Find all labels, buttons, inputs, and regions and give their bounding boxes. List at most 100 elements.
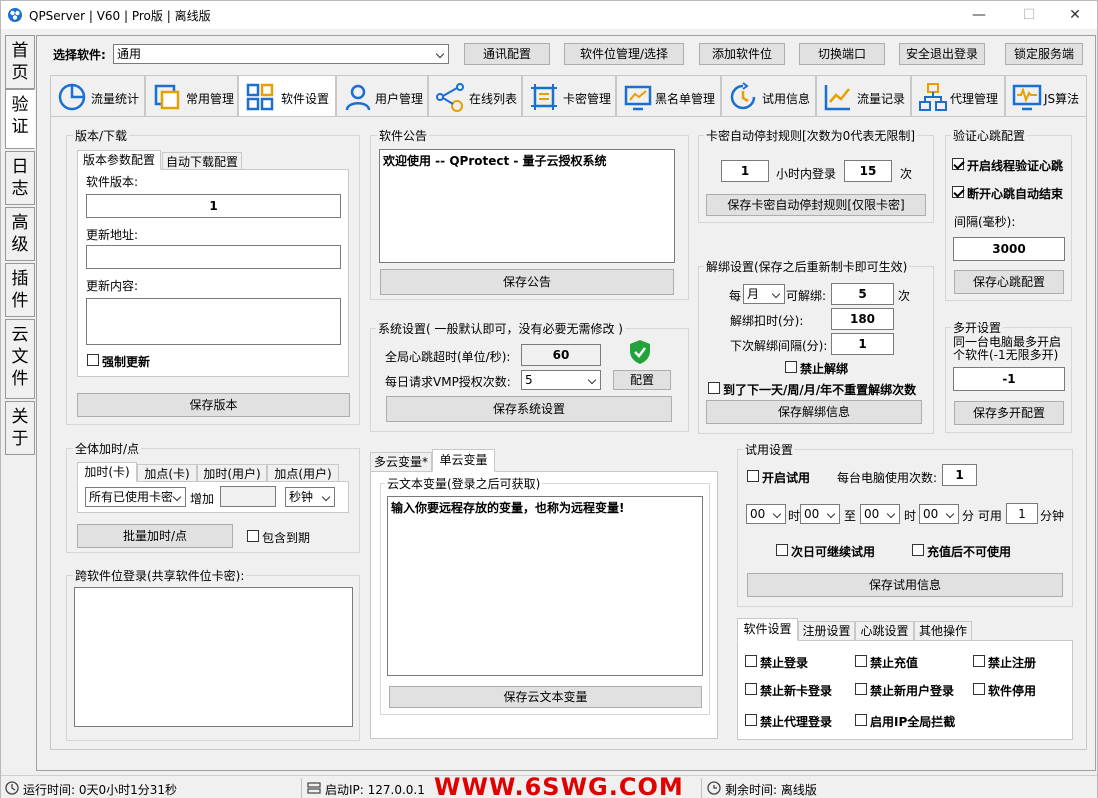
save-system-button[interactable]: 保存系统设置: [386, 396, 672, 422]
save-notice-button[interactable]: 保存公告: [380, 269, 674, 295]
unbind-count-input[interactable]: 5: [831, 283, 894, 305]
side-tab-home[interactable]: 首 页: [5, 35, 35, 89]
tab-traffic-stats[interactable]: 流量统计: [50, 75, 145, 117]
config-button[interactable]: 配置: [613, 370, 671, 390]
side-tab-about[interactable]: 关 于: [5, 401, 35, 455]
heartbeat-interval-input[interactable]: 3000: [953, 237, 1065, 261]
save-heartbeat-button[interactable]: 保存心跳配置: [954, 270, 1064, 294]
tab-common-manage[interactable]: 常用管理: [145, 75, 238, 117]
tab-blacklist[interactable]: 黑名单管理: [616, 75, 721, 117]
save-card-rule-button[interactable]: 保存卡密自动停封规则[仅限卡密]: [706, 194, 926, 216]
add-software-slot-button[interactable]: 添加软件位: [699, 43, 785, 65]
forbid-new-user-checkbox[interactable]: [855, 683, 867, 695]
software-slot-manage-button[interactable]: 软件位管理/选择: [564, 43, 684, 65]
minimize-button[interactable]: —: [967, 5, 991, 25]
unbind-period-select[interactable]: 月: [743, 284, 785, 304]
after-recharge-checkbox[interactable]: [912, 544, 924, 556]
tab-label: 代理管理: [950, 92, 999, 106]
tab-soft-settings[interactable]: 软件设置: [737, 618, 798, 641]
multi-open-input[interactable]: -1: [953, 367, 1065, 391]
tab-add-point-user[interactable]: 加点(用户): [267, 464, 339, 482]
enable-trial-checkbox[interactable]: [747, 470, 759, 482]
next-day-trial-checkbox[interactable]: [776, 544, 788, 556]
disconnect-end-checkbox[interactable]: [952, 186, 964, 198]
addtime-target-select[interactable]: 所有已使用卡密: [85, 487, 186, 507]
vmp-auth-select[interactable]: 5: [521, 370, 601, 390]
trial-start-minute-select[interactable]: 00: [800, 504, 840, 524]
software-select[interactable]: 通用: [113, 44, 449, 64]
side-tab-cloud-file[interactable]: 云 文 件: [5, 319, 35, 399]
ip-block-checkbox[interactable]: [855, 714, 867, 726]
timer-icon: [707, 781, 721, 795]
tab-add-point-card[interactable]: 加点(卡): [137, 464, 197, 482]
tab-label: 流量统计: [91, 92, 140, 106]
trial-end-minute-select[interactable]: 00: [919, 504, 959, 524]
side-tab-log[interactable]: 日 志: [5, 151, 35, 205]
side-tab-plugin[interactable]: 插 件: [5, 263, 35, 317]
tab-js-algorithm[interactable]: JS算法: [1005, 75, 1087, 117]
tab-add-time-user[interactable]: 加时(用户): [197, 464, 267, 482]
batch-addtime-button[interactable]: 批量加时/点: [77, 524, 233, 548]
side-tab-label: 日 志: [11, 157, 29, 199]
tab-user-manage[interactable]: 用户管理: [336, 75, 428, 117]
trial-end-hour-select[interactable]: 00: [860, 504, 900, 524]
tab-software-settings[interactable]: 软件设置: [238, 75, 336, 117]
save-unbind-button[interactable]: 保存解绑信息: [706, 400, 922, 424]
forbid-login-checkbox[interactable]: [745, 655, 757, 667]
tab-trial-info[interactable]: 试用信息: [721, 75, 816, 117]
enable-heartbeat-checkbox[interactable]: [952, 158, 964, 170]
save-multi-button[interactable]: 保存多开配置: [954, 401, 1064, 425]
tab-add-time-card[interactable]: 加时(卡): [77, 462, 137, 482]
unbind-deduct-input[interactable]: 180: [831, 308, 894, 330]
trial-per-pc-label: 每台电脑使用次数:: [837, 471, 938, 485]
no-reset-unbind-checkbox[interactable]: [708, 382, 720, 394]
tab-single-cloud-var[interactable]: 单云变量: [432, 449, 495, 472]
tab-multi-cloud-var[interactable]: 多云变量*: [370, 452, 432, 472]
addtime-amount-input[interactable]: [220, 486, 276, 507]
save-cloud-text-button[interactable]: 保存云文本变量: [389, 686, 702, 708]
unbind-interval-input[interactable]: 1: [831, 333, 894, 355]
side-tab-verify[interactable]: 验 证: [5, 89, 35, 149]
tab-traffic-records[interactable]: 流量记录: [816, 75, 911, 117]
tab-other-ops[interactable]: 其他操作: [914, 621, 972, 641]
update-url-input[interactable]: [86, 245, 341, 269]
include-expired-checkbox[interactable]: [247, 530, 259, 542]
forbid-new-card-checkbox[interactable]: [745, 683, 757, 695]
tab-auto-download[interactable]: 自动下载配置: [162, 152, 242, 170]
close-button[interactable]: ✕: [1063, 5, 1087, 25]
ban-times-input[interactable]: 15: [844, 160, 892, 182]
forbid-register-checkbox[interactable]: [973, 655, 985, 667]
comm-config-button[interactable]: 通讯配置: [464, 43, 550, 65]
status-separator: [301, 778, 302, 798]
disable-software-checkbox[interactable]: [973, 683, 985, 695]
status-separator: [701, 778, 702, 798]
trial-minutes-input[interactable]: 1: [1006, 503, 1038, 524]
switch-port-button[interactable]: 切换端口: [799, 43, 885, 65]
version-input[interactable]: 1: [86, 194, 341, 218]
save-trial-button[interactable]: 保存试用信息: [747, 573, 1063, 597]
cross-login-textarea[interactable]: [74, 587, 353, 727]
update-content-textarea[interactable]: [86, 298, 341, 345]
forbid-unbind-checkbox[interactable]: [785, 361, 797, 373]
tab-register-settings[interactable]: 注册设置: [798, 621, 855, 641]
force-update-checkbox[interactable]: [87, 354, 99, 366]
ban-hours-input[interactable]: 1: [721, 160, 769, 182]
maximize-button[interactable]: ☐: [1017, 5, 1041, 25]
side-tab-advanced[interactable]: 高 级: [5, 207, 35, 261]
tab-version-params[interactable]: 版本参数配置: [77, 150, 161, 170]
tab-heartbeat-settings[interactable]: 心跳设置: [855, 621, 914, 641]
forbid-recharge-checkbox[interactable]: [855, 655, 867, 667]
forbid-agent-checkbox[interactable]: [745, 714, 757, 726]
safe-logout-button[interactable]: 安全退出登录: [899, 43, 985, 65]
cloud-text-textarea[interactable]: 输入你要远程存放的变量，也称为远程变量!: [387, 496, 703, 676]
trial-per-pc-input[interactable]: 1: [942, 464, 977, 486]
tab-card-manage[interactable]: 卡密管理: [522, 75, 616, 117]
addtime-unit-select[interactable]: 秒钟: [285, 487, 335, 507]
tab-online-list[interactable]: 在线列表: [428, 75, 522, 117]
heartbeat-timeout-input[interactable]: 60: [521, 344, 601, 366]
trial-start-hour-select[interactable]: 00: [746, 504, 786, 524]
notice-textarea[interactable]: 欢迎使用 -- QProtect - 量子云授权系统: [379, 149, 675, 263]
lock-server-button[interactable]: 锁定服务端: [1005, 43, 1083, 65]
save-version-button[interactable]: 保存版本: [77, 393, 350, 417]
tab-agent-manage[interactable]: 代理管理: [911, 75, 1005, 117]
